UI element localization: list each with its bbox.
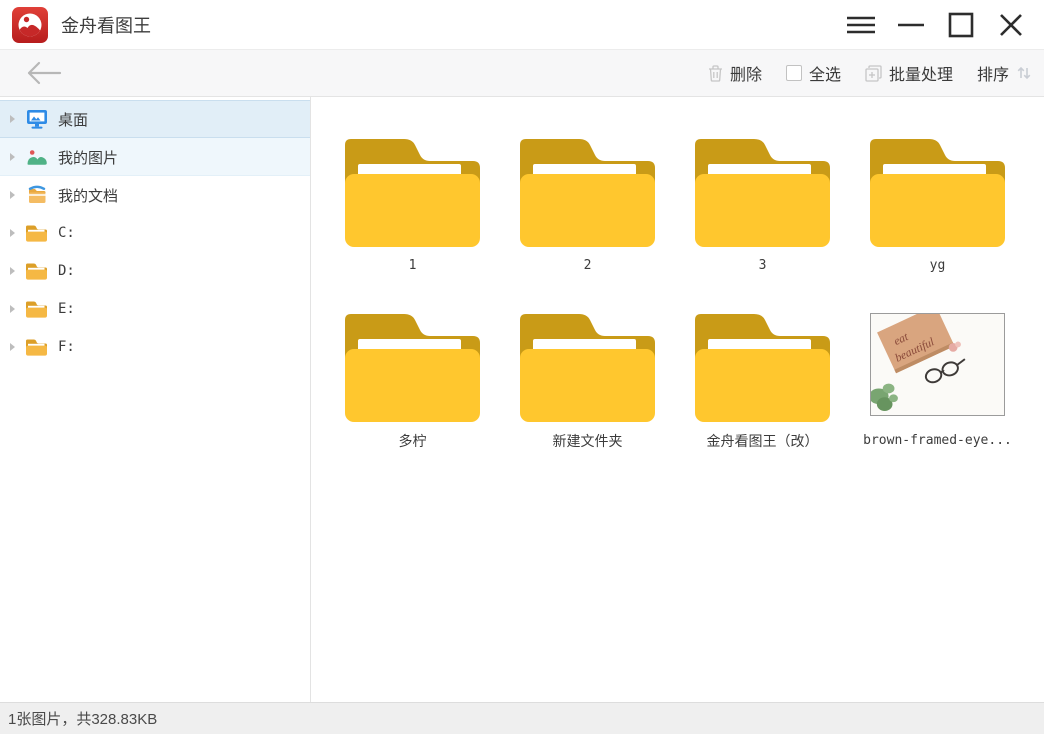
- chevron-right-icon[interactable]: [10, 343, 15, 351]
- folder-item[interactable]: 1: [325, 131, 500, 306]
- back-arrow-icon: [22, 58, 64, 88]
- desktop-icon: [25, 108, 48, 130]
- sidebar-item-my-pictures[interactable]: 我的图片: [0, 138, 310, 176]
- folder-item-label: 2: [584, 258, 592, 274]
- delete-label: 删除: [730, 61, 762, 85]
- sidebar-item-desktop[interactable]: 桌面: [0, 100, 310, 138]
- folder-icon: [25, 262, 48, 280]
- folder-item[interactable]: yg: [850, 131, 1025, 306]
- image-item-label: brown-framed-eye...: [863, 433, 1012, 449]
- app-title: 金舟看图王: [61, 12, 151, 38]
- folder-large-icon: [695, 131, 830, 247]
- chevron-right-icon[interactable]: [10, 153, 15, 161]
- trash-icon: [708, 65, 723, 82]
- sidebar-item-label: 我的图片: [58, 147, 118, 168]
- main-body: 桌面 我的图片: [0, 97, 1044, 702]
- folder-large-icon: [695, 306, 830, 422]
- status-text: 1张图片，共328.83KB: [8, 708, 157, 729]
- content-area: 1 2: [311, 97, 1044, 702]
- sidebar-item-drive-d[interactable]: D:: [0, 252, 310, 290]
- sidebar-item-label: C:: [58, 225, 75, 241]
- batch-process-icon: [865, 65, 882, 82]
- select-all-label: 全选: [809, 61, 841, 85]
- sort-label: 排序: [977, 61, 1009, 85]
- sidebar-item-label: 我的文档: [58, 185, 118, 206]
- sidebar-item-drive-e[interactable]: E:: [0, 290, 310, 328]
- sidebar: 桌面 我的图片: [0, 97, 311, 702]
- folder-item-label: 新建文件夹: [553, 433, 623, 449]
- sidebar-item-drive-c[interactable]: C:: [0, 214, 310, 252]
- batch-process-label: 批量处理: [889, 61, 953, 85]
- folder-large-icon: [345, 131, 480, 247]
- delete-button[interactable]: 删除: [708, 61, 762, 85]
- folder-item[interactable]: 新建文件夹: [500, 306, 675, 481]
- sort-arrows-icon: [1016, 65, 1032, 81]
- select-all-button[interactable]: 全选: [786, 61, 841, 85]
- folder-item-label: yg: [930, 258, 946, 274]
- app-logo-icon: [12, 7, 48, 43]
- folder-icon: [25, 300, 48, 318]
- folder-item-label: 金舟看图王（改）: [707, 433, 819, 449]
- chevron-right-icon[interactable]: [10, 267, 15, 275]
- toolbar: 删除 全选 批量处理 排序: [0, 50, 1044, 97]
- folder-large-icon: [870, 131, 1005, 247]
- app-window: 金舟看图王: [0, 0, 1044, 734]
- folder-item[interactable]: 3: [675, 131, 850, 306]
- image-item[interactable]: eat beautiful: [850, 306, 1025, 481]
- toolbar-actions: 删除 全选 批量处理 排序: [708, 61, 1032, 85]
- image-thumbnail: eat beautiful: [870, 306, 1005, 422]
- pictures-icon: [25, 146, 48, 168]
- folder-item[interactable]: 2: [500, 131, 675, 306]
- sidebar-item-label: E:: [58, 301, 75, 317]
- folder-grid: 1 2: [311, 97, 1044, 481]
- chevron-right-icon[interactable]: [10, 115, 15, 123]
- folder-large-icon: [520, 306, 655, 422]
- folder-icon: [25, 224, 48, 242]
- chevron-right-icon[interactable]: [10, 305, 15, 313]
- sidebar-item-label: 桌面: [58, 109, 88, 130]
- batch-process-button[interactable]: 批量处理: [865, 61, 953, 85]
- folder-item[interactable]: 多柠: [325, 306, 500, 481]
- sidebar-item-my-documents[interactable]: 我的文档: [0, 176, 310, 214]
- maximize-button[interactable]: [936, 2, 986, 48]
- documents-icon: [25, 184, 48, 206]
- sort-button[interactable]: 排序: [977, 61, 1032, 85]
- sidebar-item-label: F:: [58, 339, 75, 355]
- window-controls: [836, 2, 1036, 48]
- chevron-right-icon[interactable]: [10, 191, 15, 199]
- folder-large-icon: [345, 306, 480, 422]
- chevron-right-icon[interactable]: [10, 229, 15, 237]
- close-button[interactable]: [986, 2, 1036, 48]
- titlebar: 金舟看图王: [0, 0, 1044, 50]
- folder-icon: [25, 338, 48, 356]
- hamburger-menu-icon[interactable]: [836, 2, 886, 48]
- sidebar-item-drive-f[interactable]: F:: [0, 328, 310, 366]
- folder-item-label: 3: [759, 258, 767, 274]
- sidebar-item-label: D:: [58, 263, 75, 279]
- back-button[interactable]: [22, 58, 64, 88]
- folder-item[interactable]: 金舟看图王（改）: [675, 306, 850, 481]
- statusbar: 1张图片，共328.83KB: [0, 702, 1044, 734]
- folder-item-label: 1: [409, 258, 417, 274]
- folder-large-icon: [520, 131, 655, 247]
- minimize-button[interactable]: [886, 2, 936, 48]
- folder-item-label: 多柠: [399, 433, 427, 449]
- select-all-checkbox[interactable]: [786, 65, 802, 81]
